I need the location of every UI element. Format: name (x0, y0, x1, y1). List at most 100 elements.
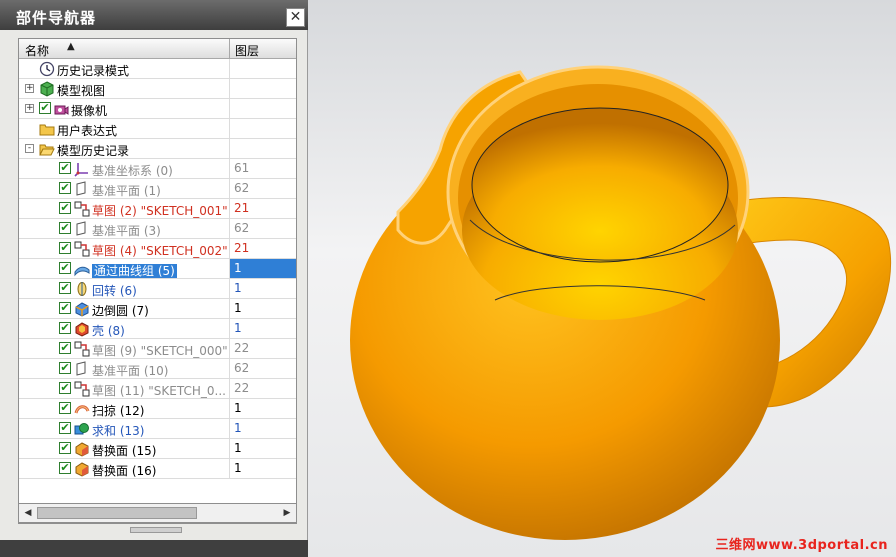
datum-csys-icon (74, 161, 90, 177)
feature-name: 基准平面 (10) (92, 362, 168, 379)
unite-icon (74, 421, 90, 437)
tree-row[interactable]: ✔ 求和 (13) 1 (19, 419, 296, 439)
feature-name: 基准平面 (3) (92, 222, 161, 239)
horizontal-scrollbar[interactable]: ◀ ▶ (18, 503, 297, 523)
column-name-header[interactable]: 名称 (25, 42, 49, 59)
close-button[interactable]: ✕ (286, 8, 305, 27)
part-navigator-panel: 部件导航器 ✕ 名称 ▲ 图层 历史记录模式 + 模型视图 + ✔ 摄像机用户表达式 - 模型… (0, 0, 308, 557)
panel-titlebar[interactable]: 部件导航器 ✕ (0, 0, 308, 30)
tree-row[interactable]: - 模型历史记录 (19, 139, 296, 159)
replace-face-icon (74, 461, 90, 477)
feature-name: 求和 (13) (92, 422, 144, 439)
tree-row[interactable]: ✔ 基准平面 (1) 62 (19, 179, 296, 199)
feature-label: 基准坐标系 (0) (92, 164, 173, 178)
feature-label: 模型历史记录 (57, 144, 130, 158)
feature-name: 摄像机 (71, 102, 107, 119)
tree-row[interactable]: ✔ 草图 (11) "SKETCH_0... 22 (19, 379, 296, 399)
feature-label: 替换面 (15) (92, 444, 157, 458)
resize-grip[interactable] (130, 527, 182, 533)
feature-label: 基准平面 (1) (92, 184, 161, 198)
tree-row[interactable]: ✔ 草图 (9) "SKETCH_000" 22 (19, 339, 296, 359)
feature-name: 替换面 (15) (92, 442, 156, 459)
tree-row[interactable]: ✔ 通过曲线组 (5) 1 (19, 259, 296, 279)
tree-row[interactable]: + 模型视图 (19, 79, 296, 99)
tree-row[interactable]: ✔ 壳 (8) 1 (19, 319, 296, 339)
tree-row[interactable]: ✔ 回转 (6) 1 (19, 279, 296, 299)
visibility-checkbox[interactable]: ✔ (59, 222, 71, 234)
tree-row[interactable]: ✔ 边倒圆 (7) 1 (19, 299, 296, 319)
feature-label: 求和 (13) (92, 424, 145, 438)
tree-row[interactable]: ✔ 替换面 (16) 1 (19, 459, 296, 479)
visibility-checkbox[interactable]: ✔ (59, 302, 71, 314)
feature-name: 壳 (8) (92, 322, 125, 339)
tree-row[interactable]: 用户表达式 (19, 119, 296, 139)
feature-label: 回转 (6) (92, 284, 137, 298)
feature-label: 历史记录模式 (57, 64, 130, 78)
column-layer-header[interactable]: 图层 (235, 42, 259, 59)
navigator-tree: 名称 ▲ 图层 历史记录模式 + 模型视图 + ✔ 摄像机用户表达式 - 模型历史记录 ✔ 基准坐… (18, 38, 297, 524)
folder-icon (39, 121, 55, 137)
tree-row[interactable]: ✔ 草图 (2) "SKETCH_001" 21 (19, 199, 296, 219)
teapot-model[interactable] (350, 65, 892, 540)
feature-name: 用户表达式 (57, 122, 117, 139)
datum-plane-icon (74, 181, 90, 197)
visibility-checkbox[interactable]: ✔ (59, 282, 71, 294)
tree-row[interactable]: ✔ 基准坐标系 (0) 61 (19, 159, 296, 179)
scroll-left-icon[interactable]: ◀ (21, 506, 35, 520)
tree-row[interactable]: ✔ 扫掠 (12) 1 (19, 399, 296, 419)
expand-icon[interactable]: + (25, 84, 34, 93)
feature-label: 基准平面 (3) (92, 224, 161, 238)
feature-name: 模型视图 (57, 82, 105, 99)
clock-icon (39, 61, 55, 77)
feature-label: 边倒圆 (7) (92, 304, 149, 318)
scroll-right-icon[interactable]: ▶ (280, 506, 294, 520)
feature-label: 草图 (11) "SKETCH_0... (92, 384, 226, 398)
tree-row[interactable]: ✔ 替换面 (15) 1 (19, 439, 296, 459)
tree-row[interactable]: + ✔ 摄像机 (19, 99, 296, 119)
feature-label: 模型视图 (57, 84, 106, 98)
visibility-checkbox[interactable]: ✔ (59, 422, 71, 434)
visibility-checkbox[interactable]: ✔ (59, 382, 71, 394)
feature-name: 草图 (4) "SKETCH_002" (92, 242, 228, 259)
feature-name: 边倒圆 (7) (92, 302, 149, 319)
visibility-checkbox[interactable]: ✔ (59, 242, 71, 254)
camera-icon (53, 101, 69, 117)
feature-label: 扫掠 (12) (92, 404, 145, 418)
visibility-checkbox[interactable]: ✔ (39, 102, 51, 114)
visibility-checkbox[interactable]: ✔ (59, 262, 71, 274)
feature-name: 基准平面 (1) (92, 182, 161, 199)
feature-label: 用户表达式 (57, 124, 118, 138)
collapse-icon[interactable]: - (25, 144, 34, 153)
expand-icon[interactable]: + (25, 104, 34, 113)
feature-name: 草图 (9) "SKETCH_000" (92, 342, 228, 359)
tree-row[interactable]: ✔ 基准平面 (3) 62 (19, 219, 296, 239)
tree-row[interactable]: ✔ 基准平面 (10) 62 (19, 359, 296, 379)
layer-value: 1 (230, 259, 296, 278)
tree-row[interactable]: 历史记录模式 (19, 59, 296, 79)
visibility-checkbox[interactable]: ✔ (59, 162, 71, 174)
visibility-checkbox[interactable]: ✔ (59, 322, 71, 334)
visibility-checkbox[interactable]: ✔ (59, 462, 71, 474)
model-views-icon (39, 81, 55, 97)
column-divider[interactable] (229, 39, 230, 59)
layer-value (230, 99, 296, 118)
feature-label: 壳 (8) (92, 324, 125, 338)
watermark: 三维网www.3dportal.cn (715, 538, 888, 553)
sort-ascending-icon[interactable]: ▲ (67, 41, 75, 52)
visibility-checkbox[interactable]: ✔ (59, 202, 71, 214)
scrollbar-thumb[interactable] (37, 507, 197, 519)
feature-label: 草图 (4) "SKETCH_002" (92, 244, 228, 258)
tree-row[interactable]: ✔ 草图 (4) "SKETCH_002" 21 (19, 239, 296, 259)
layer-value: 21 (234, 201, 250, 215)
visibility-checkbox[interactable]: ✔ (59, 362, 71, 374)
visibility-checkbox[interactable]: ✔ (59, 442, 71, 454)
visibility-checkbox[interactable]: ✔ (59, 182, 71, 194)
layer-value: 22 (234, 381, 250, 395)
visibility-checkbox[interactable]: ✔ (59, 402, 71, 414)
feature-name: 模型历史记录 (57, 142, 129, 159)
layer-value: 62 (234, 361, 250, 375)
feature-name: 基准坐标系 (0) (92, 162, 173, 179)
feature-name: 替换面 (16) (92, 462, 156, 479)
visibility-checkbox[interactable]: ✔ (59, 342, 71, 354)
layer-value: 21 (234, 241, 250, 255)
